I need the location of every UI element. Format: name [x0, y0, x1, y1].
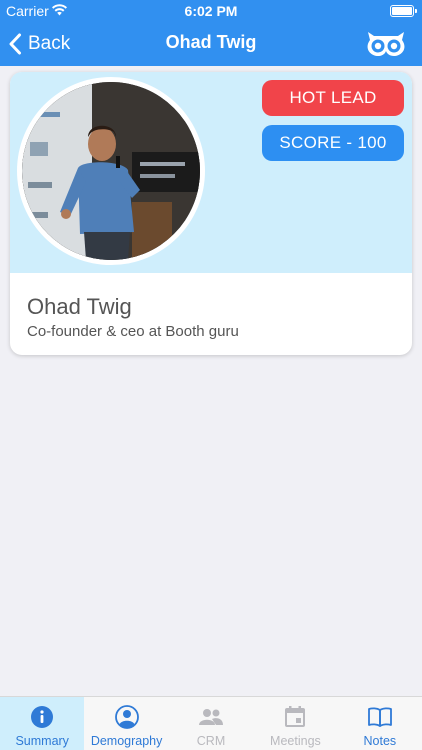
book-icon	[367, 707, 392, 727]
battery-icon	[390, 5, 417, 17]
contact-title: Co-founder & ceo at Booth guru	[27, 323, 239, 340]
people-icon	[199, 709, 224, 725]
tab-label: CRM	[196, 734, 226, 748]
tab-notes[interactable]: Notes	[338, 697, 422, 750]
navigation-bar: Back Ohad Twig	[0, 22, 422, 66]
tab-crm[interactable]: CRM	[169, 697, 253, 750]
contact-name: Ohad Twig	[27, 294, 132, 319]
person-icon	[114, 705, 139, 729]
page-title: Ohad Twig	[165, 32, 257, 52]
tab-bar: Summary Demography CRM Meetings Notes	[0, 696, 422, 750]
tab-meetings[interactable]: Meetings	[253, 697, 337, 750]
info-icon	[31, 706, 54, 728]
status-time: 6:02 PM	[184, 3, 238, 19]
hot-lead-badge: HOT LEAD	[262, 80, 404, 116]
top-bar: Carrier 6:02 PM Back Ohad Twig	[0, 0, 422, 66]
score-badge: SCORE - 100	[262, 125, 404, 161]
tab-demography[interactable]: Demography	[84, 697, 168, 750]
tab-label: Notes	[363, 734, 397, 748]
avatar	[17, 77, 205, 265]
owl-icon[interactable]	[364, 28, 408, 58]
profile-card: HOT LEAD SCORE - 100 Ohad Twig Co-founde…	[10, 72, 412, 355]
profile-photo	[22, 82, 200, 260]
status-bar: Carrier 6:02 PM	[0, 0, 422, 22]
calendar-icon	[285, 706, 306, 727]
tab-summary[interactable]: Summary	[0, 697, 85, 750]
profile-header: HOT LEAD SCORE - 100	[10, 72, 412, 273]
tab-label: Meetings	[270, 734, 321, 748]
tab-label: Summary	[15, 734, 69, 748]
tab-label: Demography	[90, 734, 163, 748]
